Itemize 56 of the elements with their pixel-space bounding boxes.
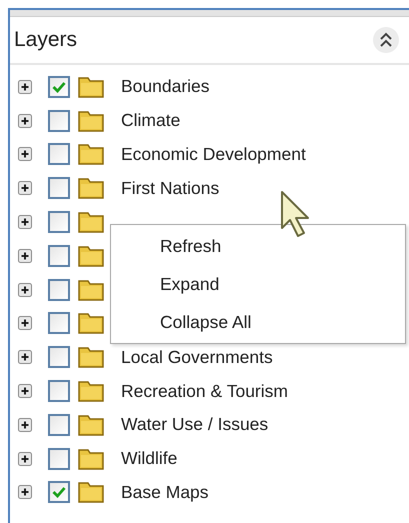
menu-item[interactable]: Expand <box>111 274 405 294</box>
panel-title: Layers <box>14 28 78 52</box>
layer-label[interactable]: Climate <box>121 110 180 132</box>
folder-icon <box>78 211 104 234</box>
expand-icon[interactable] <box>18 384 32 398</box>
layer-checkbox[interactable] <box>48 481 70 504</box>
layer-checkbox[interactable] <box>48 448 70 470</box>
menu-item[interactable]: Refresh <box>111 236 405 256</box>
layer-checkbox[interactable] <box>48 110 70 132</box>
expand-icon[interactable] <box>18 452 32 466</box>
folder-icon <box>78 143 104 166</box>
layer-label[interactable]: Wildlife <box>121 448 178 470</box>
layer-checkbox[interactable] <box>48 76 70 98</box>
layer-checkbox[interactable] <box>48 143 70 166</box>
layer-label[interactable]: Economic Development <box>121 144 306 165</box>
folder-icon <box>78 380 104 402</box>
check-icon <box>52 486 66 498</box>
expand-icon[interactable] <box>18 181 32 196</box>
double-chevron-up-icon <box>379 32 393 48</box>
collapse-button[interactable] <box>373 27 399 53</box>
expand-icon[interactable] <box>18 485 32 500</box>
layer-label[interactable]: Recreation & Tourism <box>121 380 288 402</box>
expand-icon[interactable] <box>18 316 32 330</box>
layer-checkbox[interactable] <box>48 380 70 402</box>
layer-checkbox[interactable] <box>48 312 70 334</box>
folder-icon <box>78 414 104 436</box>
layer-label[interactable]: First Nations <box>121 178 220 199</box>
expand-icon[interactable] <box>18 418 32 432</box>
expand-icon[interactable] <box>18 350 32 364</box>
layer-checkbox[interactable] <box>48 346 70 368</box>
folder-icon <box>78 278 104 301</box>
layer-label[interactable]: Water Use / Issues <box>121 414 268 436</box>
folder-icon <box>78 346 104 368</box>
folder-icon <box>78 76 104 98</box>
menu-item[interactable]: Collapse All <box>111 312 405 332</box>
layer-label[interactable]: Boundaries <box>121 76 210 98</box>
expand-icon[interactable] <box>18 215 32 230</box>
folder-icon <box>78 177 104 200</box>
expand-icon[interactable] <box>18 80 32 94</box>
layer-label[interactable]: Local Governments <box>121 346 273 368</box>
layer-label[interactable]: Base Maps <box>121 482 209 503</box>
expand-icon[interactable] <box>18 248 32 263</box>
expand-icon[interactable] <box>18 114 32 128</box>
layer-checkbox[interactable] <box>48 244 70 267</box>
folder-icon <box>78 448 104 470</box>
folder-icon <box>78 481 104 504</box>
folder-icon <box>78 312 104 334</box>
folder-icon <box>78 110 104 132</box>
folder-icon <box>78 244 104 267</box>
expand-icon[interactable] <box>18 282 32 297</box>
layer-checkbox[interactable] <box>48 211 70 234</box>
expand-icon[interactable] <box>18 147 32 162</box>
layer-checkbox[interactable] <box>48 414 70 436</box>
layer-checkbox[interactable] <box>48 278 70 301</box>
layer-checkbox[interactable] <box>48 177 70 200</box>
check-icon <box>52 80 66 93</box>
